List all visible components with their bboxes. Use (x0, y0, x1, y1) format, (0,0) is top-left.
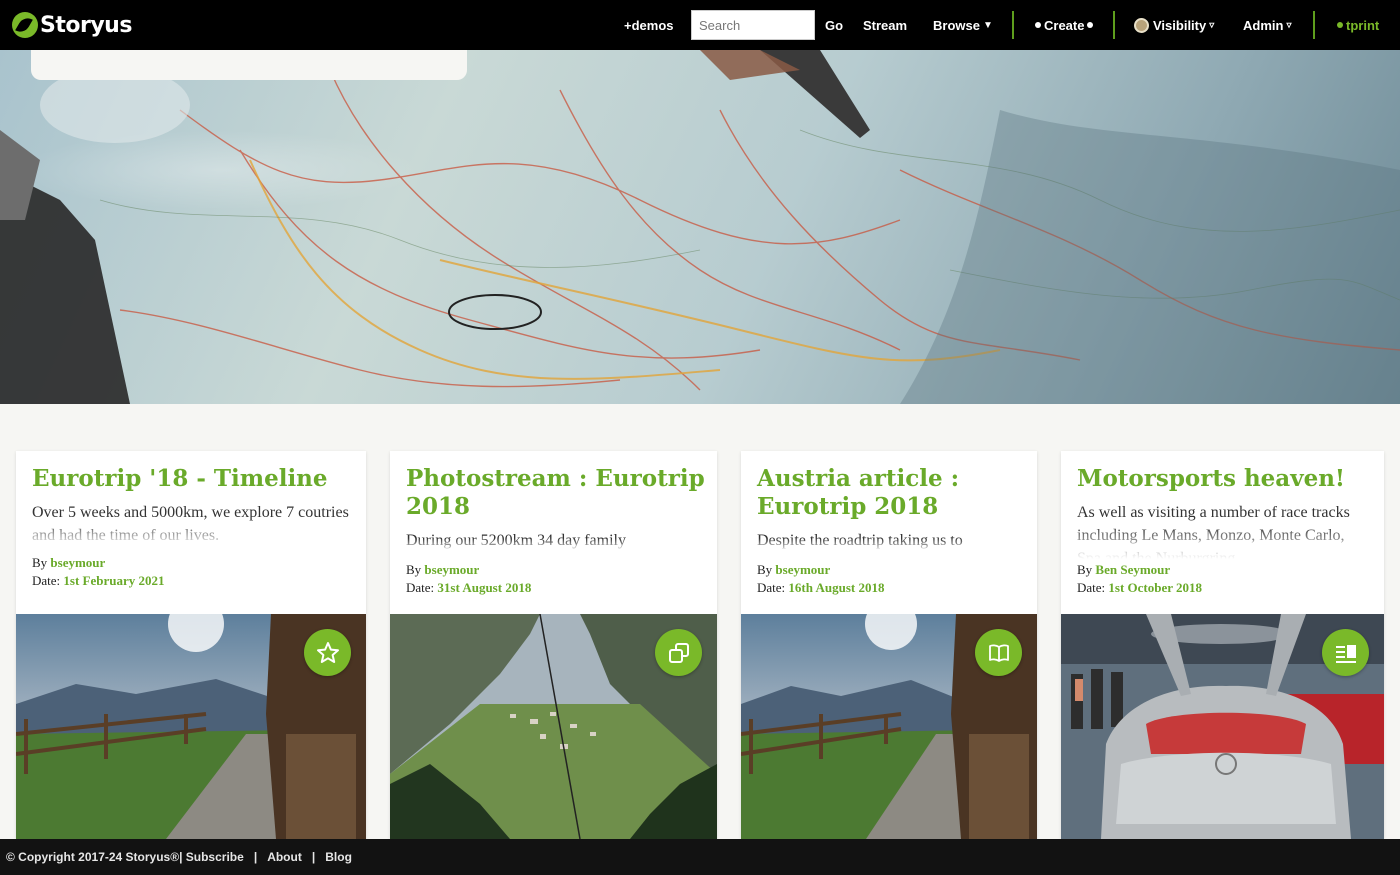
storyus-logo[interactable]: Storyus (12, 10, 132, 40)
hero-overlay-panel (31, 50, 467, 80)
hero-map-image (0, 50, 1400, 404)
admin-menu[interactable]: Admin ▿ (1243, 0, 1291, 50)
copyright-text: © Copyright 2017-24 Storyus® (6, 850, 180, 864)
article-badge[interactable] (975, 629, 1022, 676)
search-input[interactable] (691, 10, 815, 40)
caret-down-outline-icon: ▿ (1286, 19, 1292, 31)
create-menu[interactable]: Create (1032, 0, 1096, 50)
caret-down-icon: ▼ (982, 19, 993, 31)
date-label: Date: (757, 580, 786, 595)
user-menu[interactable]: tprint (1334, 0, 1379, 50)
browse-label: Browse (933, 17, 980, 33)
subscribe-link[interactable]: Subscribe (186, 850, 244, 864)
author-link[interactable]: bseymour (775, 562, 830, 577)
gallery-icon (668, 642, 689, 663)
photostream-badge[interactable] (655, 629, 702, 676)
username: tprint (1346, 17, 1380, 33)
by-label: By (32, 555, 48, 570)
online-status-icon (1337, 22, 1343, 28)
nav-divider (1012, 11, 1014, 39)
card-meta: By bseymour Date: 31st August 2018 (406, 561, 531, 597)
card-title[interactable]: Motorsports heaven! (1077, 465, 1377, 493)
card-meta: By bseymour Date: 16th August 2018 (757, 561, 884, 597)
date-label: Date: (1077, 580, 1106, 595)
storyus-leaf-icon (12, 12, 38, 38)
footer-separator: | (311, 850, 316, 864)
nav-divider (1113, 11, 1115, 39)
brand-name: Storyus (40, 12, 132, 38)
story-card[interactable]: Austria article : Eurotrip 2018 Despite … (741, 451, 1037, 839)
card-date: 1st October 2018 (1108, 580, 1203, 595)
article-icon (1335, 644, 1356, 663)
story-card[interactable]: Photostream : Eurotrip 2018 During our 5… (390, 451, 717, 839)
story-card[interactable]: Motorsports heaven! As well as visiting … (1061, 451, 1384, 839)
timeline-badge[interactable] (304, 629, 351, 676)
star-icon (316, 641, 339, 663)
go-button[interactable]: Go (825, 0, 843, 50)
card-title[interactable]: Eurotrip '18 - Timeline (32, 465, 362, 493)
date-label: Date: (32, 573, 61, 588)
book-icon (988, 643, 1009, 662)
stream-link[interactable]: Stream (863, 0, 907, 50)
card-excerpt: Despite the roadtrip taking us to (757, 532, 963, 549)
card-date: 31st August 2018 (437, 580, 532, 595)
by-label: By (1077, 562, 1093, 577)
date-label: Date: (406, 580, 435, 595)
blog-post-badge[interactable] (1322, 629, 1369, 676)
card-excerpt: During our 5200km 34 day family (406, 532, 626, 549)
author-link[interactable]: bseymour (424, 562, 479, 577)
demos-link[interactable]: +demos (624, 0, 674, 50)
top-navbar: Storyus +demos Go Stream Browse ▼ Create… (0, 0, 1400, 50)
bullet-icon (1087, 22, 1094, 28)
card-date: 16th August 2018 (788, 580, 885, 595)
card-excerpt: As well as visiting a number of race tra… (1077, 504, 1350, 559)
card-meta: By bseymour Date: 1st February 2021 (32, 554, 165, 590)
create-label: Create (1044, 17, 1085, 33)
footer-separator: | (253, 850, 258, 864)
by-label: By (757, 562, 773, 577)
visibility-menu[interactable]: Visibility ▿ (1134, 0, 1214, 50)
bullet-icon (1035, 22, 1041, 28)
visibility-label: Visibility (1153, 17, 1207, 33)
card-date: 1st February 2021 (63, 573, 165, 588)
story-card[interactable]: Eurotrip '18 - Timeline Over 5 weeks and… (16, 451, 366, 839)
map-illustration (0, 50, 1400, 404)
site-footer: © Copyright 2017-24 Storyus® | Subscribe… (0, 839, 1400, 875)
card-title[interactable]: Austria article : Eurotrip 2018 (757, 465, 1027, 521)
browse-menu[interactable]: Browse ▼ (933, 0, 993, 50)
blog-link[interactable]: Blog (325, 850, 352, 864)
nav-divider (1313, 11, 1315, 39)
card-excerpt: Over 5 weeks and 5000km, we explore 7 co… (32, 504, 349, 544)
eye-icon (1134, 17, 1149, 33)
author-link[interactable]: bseymour (50, 555, 105, 570)
author-link[interactable]: Ben Seymour (1095, 562, 1170, 577)
about-link[interactable]: About (267, 850, 302, 864)
caret-down-outline-icon: ▿ (1209, 19, 1215, 31)
card-title[interactable]: Photostream : Eurotrip 2018 (406, 465, 706, 521)
admin-label: Admin (1243, 17, 1284, 33)
footer-separator: | (179, 850, 183, 864)
by-label: By (406, 562, 422, 577)
card-meta: By Ben Seymour Date: 1st October 2018 (1077, 561, 1202, 597)
